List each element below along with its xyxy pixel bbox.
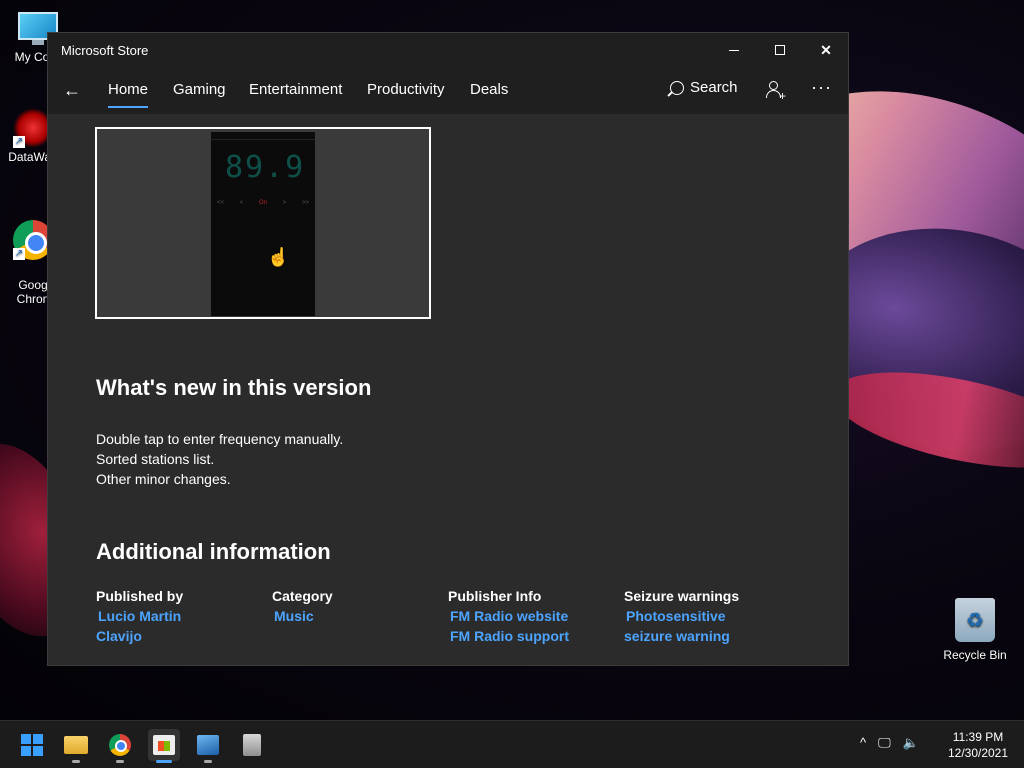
additional-info-heading: Additional information	[96, 539, 331, 564]
add-account-button[interactable]: +	[763, 79, 791, 105]
release-note: Double tap to enter frequency manually.	[96, 431, 344, 447]
window-title: Microsoft Store	[61, 43, 149, 58]
app-screenshot-thumbnail[interactable]: 89.9 << < On > >> ☝	[95, 127, 431, 319]
back-arrow-icon: ←	[63, 79, 81, 100]
minimize-button[interactable]	[711, 33, 757, 67]
taskbar-chrome[interactable]	[104, 729, 136, 763]
seizure-warning-link[interactable]: Photosensitive seizure warning	[624, 606, 794, 646]
close-button[interactable]: ✕	[803, 33, 848, 67]
close-icon: ✕	[820, 41, 832, 58]
info-heading: Published by	[96, 588, 184, 604]
tab-entertainment[interactable]: Entertainment	[249, 81, 342, 98]
store-icon	[153, 735, 175, 755]
publisher-support-link[interactable]: FM Radio support	[448, 626, 618, 646]
seizure-warnings-section: Seizure warnings Photosensitive seizure w…	[624, 586, 794, 646]
volume-icon[interactable]: 🔈	[903, 735, 919, 751]
hand-cursor-icon: ☝	[267, 247, 290, 267]
publisher-info-section: Publisher Info FM Radio website FM Radio…	[448, 586, 618, 646]
app-icon	[243, 734, 261, 756]
app-detail-content[interactable]: 89.9 << < On > >> ☝ What's new in this v…	[48, 115, 848, 665]
minimize-icon	[729, 49, 739, 51]
phone-screenshot: 89.9 << < On > >>	[211, 132, 315, 316]
more-options-button[interactable]: ···	[811, 77, 832, 98]
system-tray: ^ 🖵 🔈	[860, 735, 919, 751]
recycle-bin-icon	[955, 598, 995, 642]
network-icon[interactable]: 🖵	[878, 735, 891, 751]
store-window: Microsoft Store ✕ ← Home Gaming Entertai…	[47, 32, 849, 666]
taskbar-app[interactable]	[236, 729, 268, 761]
whats-new-heading: What's new in this version	[96, 375, 372, 400]
taskbar-photos[interactable]	[192, 729, 224, 763]
store-nav: ← Home Gaming Entertainment Productivity…	[48, 67, 848, 115]
shortcut-arrow-icon: ↗	[13, 136, 25, 148]
plus-icon: +	[779, 89, 787, 103]
info-heading: Seizure warnings	[624, 588, 740, 604]
release-note: Other minor changes.	[96, 471, 231, 487]
release-note: Sorted stations list.	[96, 451, 215, 467]
chevron-up-icon[interactable]: ^	[860, 735, 866, 751]
tab-productivity[interactable]: Productivity	[367, 81, 445, 98]
frequency-display: 89.9	[225, 150, 306, 185]
desktop-icon-label: Recycle Bin	[943, 648, 1007, 662]
published-by-section: Published by Lucio Martin Clavijo	[96, 586, 266, 646]
info-heading: Category	[272, 588, 333, 604]
category-link[interactable]: Music	[272, 606, 442, 626]
tab-home[interactable]: Home	[108, 81, 149, 108]
tab-gaming[interactable]: Gaming	[173, 81, 226, 98]
user-icon	[769, 81, 778, 90]
publisher-link[interactable]: Lucio Martin Clavijo	[96, 606, 266, 646]
info-heading: Publisher Info	[448, 588, 542, 604]
search-label: Search	[690, 79, 738, 96]
maximize-button[interactable]	[757, 33, 803, 67]
taskbar-clock[interactable]: 11:39 PM 12/30/2021	[940, 729, 1016, 761]
shortcut-arrow-icon: ↗	[13, 248, 25, 260]
desktop-icon-recycle-bin[interactable]: Recycle Bin	[938, 598, 1012, 662]
category-section: Category Music	[272, 586, 442, 626]
taskbar-file-explorer[interactable]	[60, 729, 92, 763]
taskbar: ^ 🖵 🔈 11:39 PM 12/30/2021	[0, 720, 1024, 768]
search-icon	[670, 80, 684, 95]
tab-deals[interactable]: Deals	[470, 81, 508, 98]
windows-logo-icon	[21, 734, 43, 756]
clock-time: 11:39 PM	[952, 730, 1004, 744]
back-button[interactable]: ←	[58, 77, 86, 103]
taskbar-microsoft-store[interactable]	[148, 729, 180, 763]
search-button[interactable]: Search	[670, 79, 738, 96]
release-notes: Double tap to enter frequency manually. …	[96, 429, 343, 489]
clock-date: 12/30/2021	[947, 746, 1009, 760]
radio-controls: << < On > >>	[217, 200, 309, 206]
chrome-icon	[109, 734, 131, 756]
folder-icon	[64, 736, 88, 754]
maximize-icon	[775, 45, 785, 55]
start-button[interactable]	[16, 729, 48, 761]
publisher-website-link[interactable]: FM Radio website	[448, 606, 618, 626]
title-bar[interactable]: Microsoft Store ✕	[48, 33, 848, 67]
photos-icon	[197, 735, 219, 755]
